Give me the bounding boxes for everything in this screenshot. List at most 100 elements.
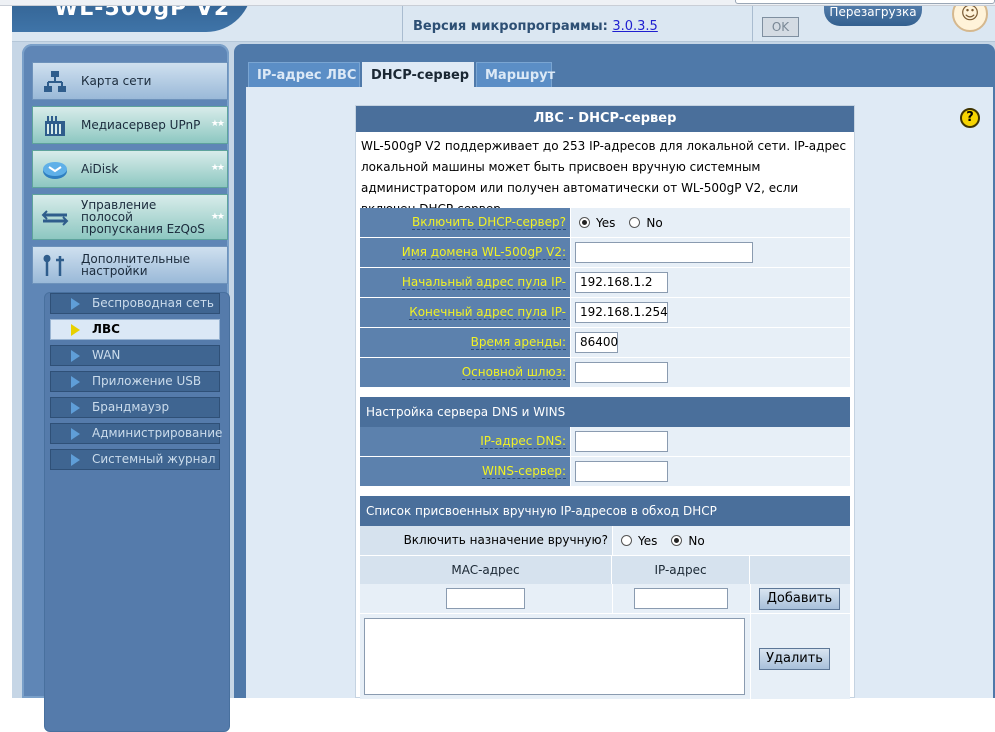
ip-input[interactable] — [634, 588, 728, 609]
tab-dhcp-server[interactable]: DHCP-сервер — [362, 62, 474, 89]
submenu-item-wan[interactable]: WAN — [50, 345, 220, 366]
submenu-item-label: Беспроводная сеть — [92, 296, 215, 310]
delete-button[interactable]: Удалить — [759, 648, 830, 670]
wins-input[interactable] — [575, 461, 668, 482]
submenu-item-label: WAN — [92, 348, 121, 362]
ok-button[interactable]: OK — [762, 17, 799, 37]
sidebar-item-advanced[interactable]: Дополнительные настройки — [32, 246, 228, 284]
stars-icon: ★★ — [210, 212, 225, 222]
tab-lan-ip[interactable]: IP-адрес ЛВС — [248, 62, 360, 88]
submenu-item-syslog[interactable]: Системный журнал — [50, 449, 220, 470]
sidebar-item-ezqos[interactable]: Управление полосой пропускания EzQoS ★★ — [32, 194, 228, 240]
dns-ip-input[interactable] — [575, 431, 668, 452]
sidebar-item-media-server[interactable]: Медиасервер UPnP ★★ — [32, 106, 228, 144]
submenu-item-lan[interactable]: ЛВС — [50, 319, 220, 340]
divider — [750, 584, 751, 614]
media-server-icon — [41, 112, 69, 140]
field-label: Включить DHCP-сервер? — [360, 208, 570, 237]
lease-time-input[interactable]: 86400 — [575, 332, 618, 353]
aidisk-icon — [41, 156, 69, 184]
field-value: Yes No — [570, 208, 850, 237]
tab-route[interactable]: Маршрут — [476, 62, 555, 88]
sidebar-item-label: Управление полосой пропускания EzQoS — [81, 198, 205, 236]
dns-section-title: Настройка сервера DNS и WINS — [360, 397, 850, 427]
radio-label: Yes — [638, 533, 658, 548]
divider — [750, 614, 751, 699]
submenu-item-firewall[interactable]: Брандмауэр — [50, 397, 220, 418]
divider — [402, 6, 403, 42]
assigned-list[interactable] — [364, 618, 745, 695]
submenu-item-wireless[interactable]: Беспроводная сеть — [50, 293, 220, 314]
arrow-right-icon — [71, 376, 80, 388]
sidebar-item-label: AiDisk — [81, 162, 119, 176]
dhcp-no-radio[interactable] — [629, 217, 641, 228]
submenu-item-label: Приложение USB — [92, 374, 202, 388]
firmware-version-link[interactable]: 3.0.3.5 — [612, 19, 657, 34]
manual-table-header: MAC-адрес IP-адрес — [360, 556, 850, 584]
arrow-right-icon — [71, 428, 80, 440]
network-map-icon — [41, 68, 69, 96]
sidebar-item-label: Медиасервер UPnP — [81, 118, 201, 132]
top-bar: WL-500gP V2 Версия микропрограммы: 3.0.3… — [12, 0, 995, 42]
pool-start-input[interactable]: 192.168.1.2 — [575, 272, 668, 293]
sidebar-item-aidisk[interactable]: AiDisk ★★ — [32, 150, 228, 188]
manual-yes-radio[interactable] — [621, 535, 632, 546]
arrow-right-icon — [71, 324, 80, 336]
enable-dhcp-row: Включить DHCP-сервер? Yes No — [360, 208, 850, 238]
submenu-item-label: Системный журнал — [92, 452, 216, 466]
radio-label: No — [646, 215, 663, 230]
firmware-label: Версия микропрограммы: — [413, 19, 608, 34]
submenu-item-usb[interactable]: Приложение USB — [50, 371, 220, 392]
browser-address-bar[interactable] — [735, 0, 995, 4]
manual-section-title: Список присвоенных вручную IP-адресов в … — [360, 496, 850, 526]
col-action-header — [750, 556, 850, 584]
sidebar-item-network-map[interactable]: Карта сети — [32, 62, 228, 100]
manual-no-radio[interactable] — [671, 535, 683, 546]
submenu-item-label: Брандмауэр — [92, 400, 170, 414]
field-label: Начальный адрес пула IP-адресов: — [360, 268, 570, 319]
col-mac-header: MAC-адрес — [360, 556, 612, 584]
pool-end-row: Конечный адрес пула IP-адресов: 192.168.… — [360, 298, 850, 349]
field-label: Конечный адрес пула IP-адресов: — [360, 298, 570, 349]
radio-label: Yes — [596, 215, 616, 230]
sidebar-item-label: Дополнительные настройки — [81, 252, 191, 278]
field-label: WINS-сервер: — [360, 457, 570, 486]
divider — [752, 6, 753, 42]
content-area: ? ЛВС - DHCP-сервер WL-500gP V2 поддержи… — [246, 87, 993, 699]
arrow-right-icon — [71, 402, 80, 414]
add-button[interactable]: Добавить — [759, 588, 840, 610]
submenu-item-label: Администрирование — [92, 426, 223, 440]
sidebar: Карта сети Медиасервер UPnP ★★ AiDisk ★★… — [22, 44, 230, 732]
dhcp-yes-radio[interactable] — [579, 217, 590, 228]
manual-enable-row: Включить назначение вручную? Yes No — [360, 526, 850, 556]
submenu-item-admin[interactable]: Администрирование — [50, 423, 223, 444]
pool-start-row: Начальный адрес пула IP-адресов: 192.168… — [360, 268, 850, 319]
dhcp-form: ЛВС - DHCP-сервер WL-500gP V2 поддержива… — [355, 105, 855, 699]
divider — [612, 584, 613, 614]
field-label: Основной шлюз: — [360, 358, 570, 387]
mac-input[interactable] — [446, 588, 525, 609]
dns-ip-row: IP-адрес DNS: — [360, 427, 850, 457]
stars-icon: ★★ — [210, 119, 225, 129]
domain-name-row: Имя домена WL-500gP V2: — [360, 238, 850, 268]
help-icon[interactable]: ? — [960, 108, 980, 128]
radio-label: No — [688, 533, 705, 548]
gateway-input[interactable] — [575, 362, 668, 383]
wins-row: WINS-сервер: — [360, 457, 850, 487]
manual-input-row: Добавить — [360, 584, 850, 614]
arrow-right-icon — [71, 350, 80, 362]
main-panel: IP-адрес ЛВС DHCP-сервер Маршрут ? ЛВС -… — [234, 44, 995, 699]
submenu-item-label: ЛВС — [92, 322, 120, 336]
pool-end-input[interactable]: 192.168.1.254 — [575, 302, 668, 323]
field-label: Имя домена WL-500gP V2: — [360, 238, 570, 267]
field-label: IP-адрес DNS: — [360, 427, 570, 456]
field-label: Время аренды: — [360, 328, 570, 357]
arrow-right-icon — [71, 454, 80, 466]
ezqos-icon — [41, 204, 69, 232]
domain-name-input[interactable] — [575, 242, 753, 263]
stars-icon: ★★ — [210, 163, 225, 173]
router-frame: WL-500gP V2 Версия микропрограммы: 3.0.3… — [12, 0, 995, 732]
arrow-right-icon — [71, 298, 80, 310]
firmware-version: Версия микропрограммы: 3.0.3.5 — [413, 19, 658, 34]
col-ip-header: IP-адрес — [612, 556, 750, 584]
